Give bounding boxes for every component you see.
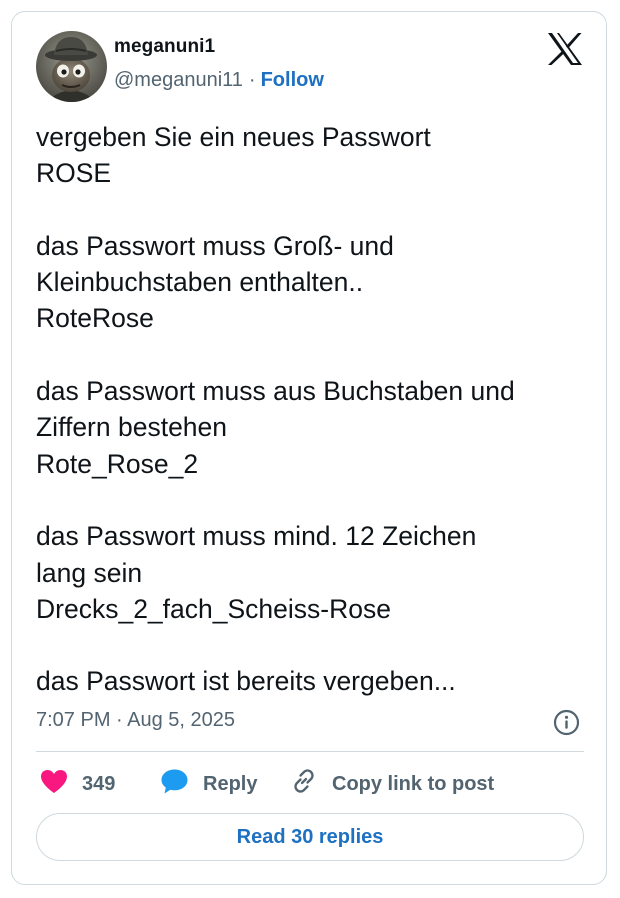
tweet-paragraph: das Passwort muss Groß- und Kleinbuchsta… bbox=[36, 228, 596, 337]
x-logo-icon[interactable] bbox=[547, 32, 583, 66]
display-name[interactable]: meganuni1 bbox=[114, 36, 215, 58]
read-replies-button[interactable]: Read 30 replies bbox=[36, 813, 584, 861]
heart-icon bbox=[40, 769, 68, 800]
link-icon bbox=[290, 767, 318, 801]
avatar[interactable] bbox=[36, 31, 107, 102]
tweet-line: Rote_Rose_2 bbox=[36, 448, 199, 479]
avatar-image bbox=[36, 31, 107, 102]
tweet-line: Ziffern bestehen bbox=[36, 412, 228, 443]
divider bbox=[36, 751, 584, 752]
tweet-line: ROSE bbox=[36, 158, 112, 189]
like-count: 349 bbox=[82, 772, 116, 795]
tweet-text: vergeben Sie ein neues Passwort ROSE das… bbox=[36, 119, 596, 700]
tweet-line: das Passwort muss mind. 12 Zeichen bbox=[36, 521, 477, 552]
copy-link-label: Copy link to post bbox=[332, 772, 495, 795]
follow-button[interactable]: Follow bbox=[261, 69, 324, 91]
tweet-line: Drecks_2_fach_Scheiss-Rose bbox=[36, 593, 391, 624]
tweet-line: lang sein bbox=[36, 557, 143, 588]
tweet-timestamp[interactable]: 7:07 PM · Aug 5, 2025 bbox=[36, 709, 235, 732]
reply-button[interactable]: Reply bbox=[160, 768, 257, 800]
copy-link-button[interactable]: Copy link to post bbox=[290, 768, 494, 800]
reply-label: Reply bbox=[203, 772, 258, 795]
tweet-paragraph: vergeben Sie ein neues Passwort ROSE bbox=[36, 119, 596, 192]
handle-separator: · bbox=[248, 69, 256, 91]
tweet-line: RoteRose bbox=[36, 303, 154, 334]
tweet-paragraph: das Passwort ist bereits vergeben... bbox=[36, 663, 596, 699]
tweet-line: das Passwort muss aus Buchstaben und bbox=[36, 376, 515, 407]
tweet-line: das Passwort muss Groß- und bbox=[36, 230, 394, 261]
user-handle[interactable]: @meganuni11 bbox=[114, 69, 243, 91]
speech-bubble-icon bbox=[160, 768, 189, 801]
tweet-line: vergeben Sie ein neues Passwort bbox=[36, 122, 431, 152]
tweet-paragraph: das Passwort muss mind. 12 Zeichen lang … bbox=[36, 518, 596, 627]
handle-row: @meganuni11 · Follow bbox=[114, 69, 324, 92]
info-icon[interactable] bbox=[553, 709, 580, 736]
tweet-line: das Passwort ist bereits vergeben... bbox=[36, 666, 456, 697]
tweet-line: Kleinbuchstaben enthalten.. bbox=[36, 267, 364, 298]
like-button[interactable]: 349 bbox=[40, 768, 115, 800]
tweet-paragraph: das Passwort muss aus Buchstaben und Zif… bbox=[36, 373, 596, 482]
